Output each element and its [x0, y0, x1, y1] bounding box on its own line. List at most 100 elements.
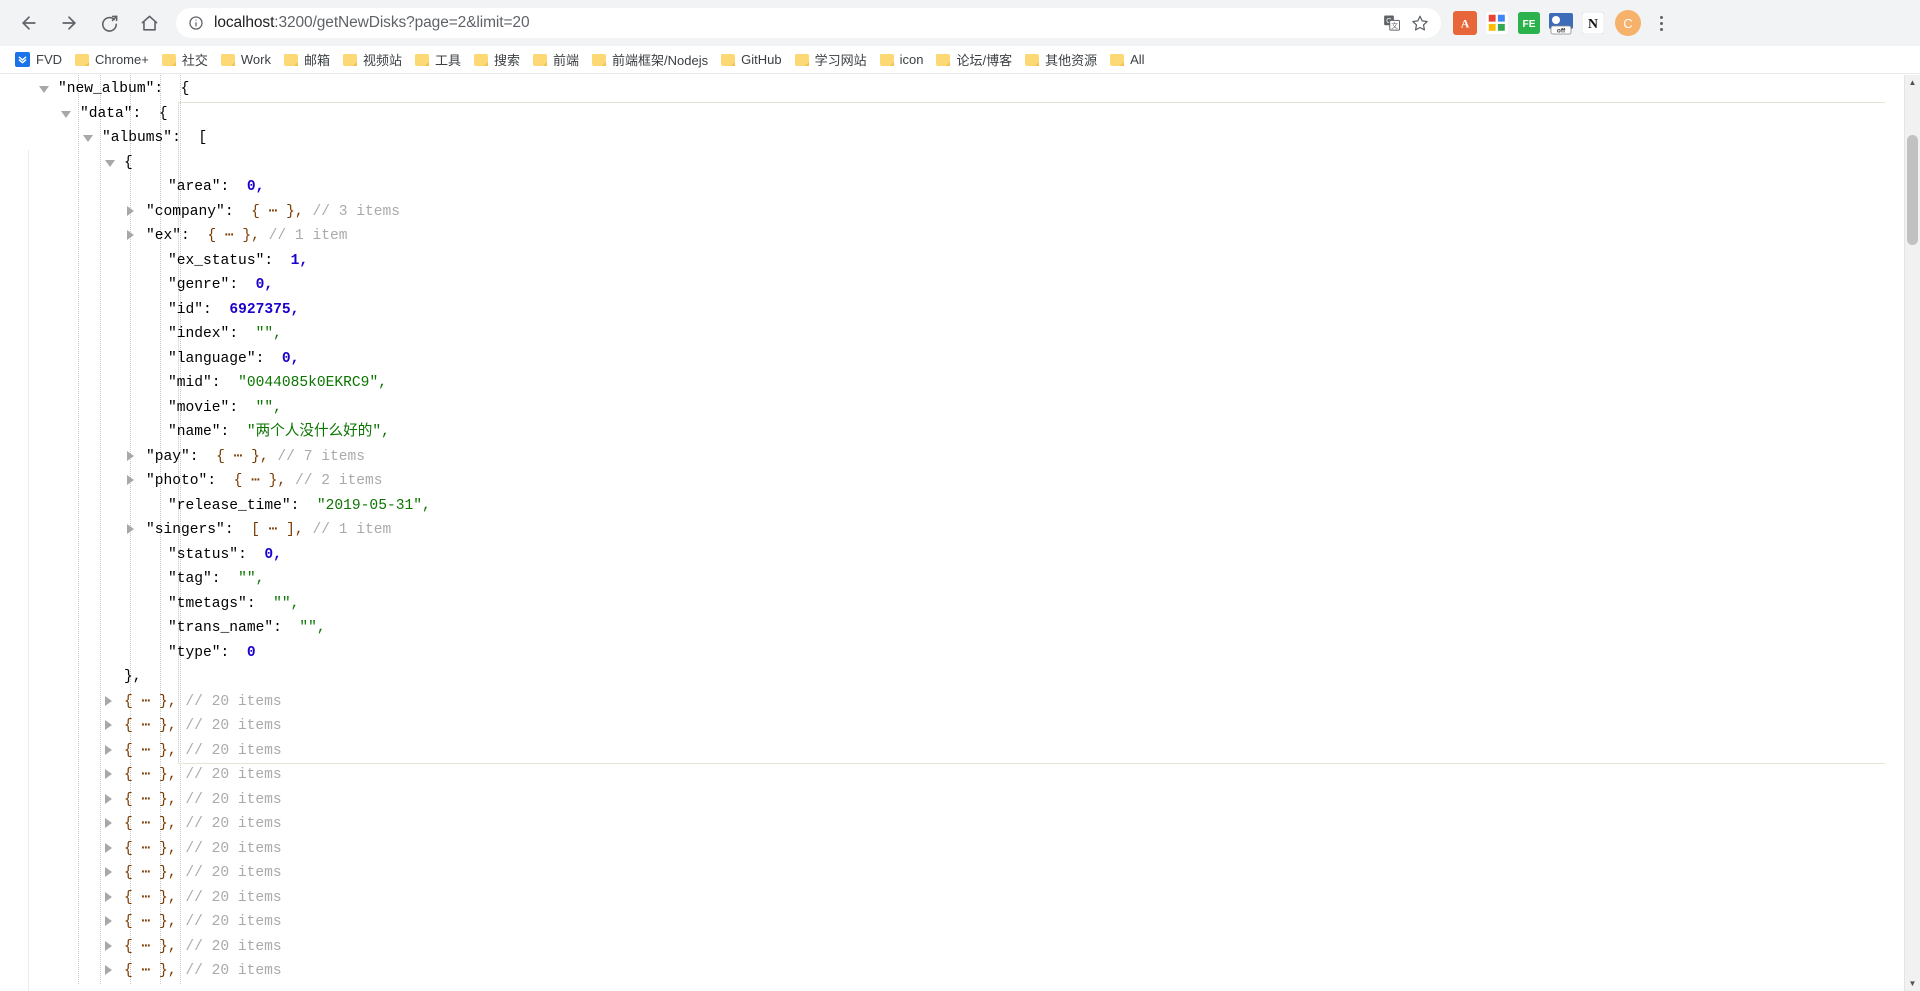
bookmark-item[interactable]: 视频站 — [338, 49, 410, 71]
json-separator: : — [255, 350, 265, 367]
json-row: { ⋯ }, // 20 items — [0, 886, 1905, 911]
json-row: "new_album": { — [0, 77, 1905, 102]
json-value: { ⋯ }, — [124, 938, 177, 955]
forward-icon[interactable] — [50, 4, 88, 42]
bookmark-item[interactable]: 邮箱 — [279, 49, 338, 71]
bookmark-item[interactable]: 前端框架/Nodejs — [587, 49, 716, 71]
folder-icon — [220, 53, 235, 66]
triangle-glyph — [105, 916, 112, 926]
expand-triangle-icon[interactable] — [126, 205, 140, 219]
json-value: "", — [299, 620, 326, 636]
triangle-glyph — [127, 475, 134, 485]
expand-triangle-icon[interactable] — [104, 744, 118, 758]
expand-triangle-icon[interactable] — [104, 695, 118, 709]
bookmark-item[interactable]: 论坛/博客 — [931, 49, 1020, 71]
json-item-count-comment: // 3 items — [312, 203, 401, 220]
scrollbar-thumb[interactable] — [1907, 135, 1918, 245]
collapse-triangle-icon[interactable] — [104, 156, 118, 170]
bookmark-label: 搜索 — [494, 53, 521, 68]
expand-triangle-icon[interactable] — [104, 793, 118, 807]
triangle-glyph — [105, 867, 112, 877]
address-bar[interactable]: localhost:3200/getNewDisks?page=2&limit=… — [176, 8, 1441, 38]
adblock-extension-icon[interactable]: A — [1453, 11, 1477, 35]
star-icon[interactable] — [1409, 12, 1431, 34]
chrome-menu-icon[interactable] — [1647, 9, 1675, 37]
expand-triangle-icon[interactable] — [104, 719, 118, 733]
bookmark-label: icon — [899, 52, 924, 67]
expand-triangle-icon[interactable] — [104, 866, 118, 880]
json-row-content: "id": 6927375, — [168, 298, 299, 323]
back-icon[interactable] — [10, 4, 48, 42]
bookmark-item[interactable]: 工具 — [410, 49, 469, 71]
expand-triangle-icon[interactable] — [104, 817, 118, 831]
profile-avatar[interactable]: C — [1615, 10, 1641, 36]
bookmark-item[interactable]: 学习网站 — [790, 49, 875, 71]
json-row: { ⋯ }, // 20 items — [0, 739, 1905, 764]
triangle-glyph — [105, 818, 112, 828]
home-icon[interactable] — [130, 4, 168, 42]
collapse-triangle-icon[interactable] — [82, 131, 96, 145]
json-item-count-comment: // 20 items — [185, 767, 282, 783]
svg-text:N: N — [1588, 16, 1598, 31]
json-item-count-comment: // 20 items — [185, 840, 282, 857]
expand-triangle-icon[interactable] — [104, 915, 118, 929]
url-text[interactable]: localhost:3200/getNewDisks?page=2&limit=… — [214, 14, 1373, 32]
bookmark-item[interactable]: 前端 — [528, 49, 587, 71]
json-value: { ⋯ }, — [124, 963, 177, 979]
json-row-content: "photo": { ⋯ }, // 2 items — [146, 469, 383, 494]
page-content: "new_album": {"data": {"albums": [{"area… — [0, 75, 1920, 991]
scroll-up-icon[interactable]: ▲ — [1905, 75, 1920, 90]
json-separator: : — [132, 105, 142, 122]
grid-extension-icon[interactable] — [1485, 11, 1509, 35]
toggle-off-extension-icon[interactable]: off — [1549, 11, 1573, 35]
json-value: 0 — [246, 644, 256, 661]
json-row-content: { ⋯ }, // 20 items — [124, 763, 282, 788]
json-separator: : — [220, 644, 230, 661]
json-value: }, — [124, 669, 142, 685]
expand-triangle-icon[interactable] — [104, 891, 118, 905]
json-row: "language": 0, — [0, 347, 1905, 372]
expand-triangle-icon[interactable] — [126, 229, 140, 243]
json-row: { ⋯ }, // 20 items — [0, 910, 1905, 935]
bookmark-item[interactable]: GitHub — [716, 49, 789, 71]
folder-icon — [794, 53, 809, 66]
bookmark-item[interactable]: 社交 — [157, 49, 216, 71]
url-host: localhost — [214, 14, 275, 31]
site-info-icon[interactable] — [188, 15, 204, 31]
bookmark-item[interactable]: 搜索 — [469, 49, 528, 71]
reload-icon[interactable] — [90, 4, 128, 42]
bookmark-item[interactable]: Chrome+ — [70, 49, 157, 71]
expand-triangle-icon[interactable] — [126, 523, 140, 537]
json-row: "singers": [ ⋯ ], // 1 item — [0, 518, 1905, 543]
json-key: "status" — [168, 546, 239, 563]
bookmark-item[interactable]: Work — [216, 49, 279, 71]
translate-icon[interactable]: G文 — [1381, 12, 1403, 34]
expand-triangle-icon[interactable] — [104, 940, 118, 954]
json-key: "company" — [146, 203, 225, 220]
json-value: { ⋯ }, — [251, 203, 304, 220]
bookmark-item[interactable]: All — [1105, 49, 1152, 71]
expand-triangle-icon[interactable] — [126, 450, 140, 464]
bookmark-item[interactable]: FVD — [10, 49, 70, 71]
json-row-content: { ⋯ }, // 20 items — [124, 812, 282, 837]
json-row: "index": "", — [0, 322, 1905, 347]
json-value: { — [180, 81, 190, 97]
json-separator: : — [172, 130, 181, 146]
vertical-scrollbar[interactable]: ▲ ▼ — [1904, 75, 1920, 991]
json-value: { ⋯ }, — [124, 865, 177, 881]
scroll-down-icon[interactable]: ▼ — [1905, 976, 1920, 991]
feedly-extension-icon[interactable]: FE — [1517, 11, 1541, 35]
json-row-content: "tag": "", — [168, 567, 264, 592]
expand-triangle-icon[interactable] — [104, 842, 118, 856]
json-key: "name" — [168, 424, 221, 440]
expand-triangle-icon[interactable] — [104, 768, 118, 782]
bookmark-item[interactable]: 其他资源 — [1020, 49, 1105, 71]
collapse-triangle-icon[interactable] — [60, 107, 74, 121]
expand-triangle-icon[interactable] — [104, 964, 118, 978]
json-row-content: "new_album": { — [58, 77, 189, 102]
collapse-triangle-icon[interactable] — [38, 82, 52, 96]
notion-extension-icon[interactable]: N — [1581, 11, 1605, 35]
expand-triangle-icon[interactable] — [126, 474, 140, 488]
bookmark-item[interactable]: icon — [875, 49, 932, 71]
json-row-content: "singers": [ ⋯ ], // 1 item — [146, 518, 391, 543]
